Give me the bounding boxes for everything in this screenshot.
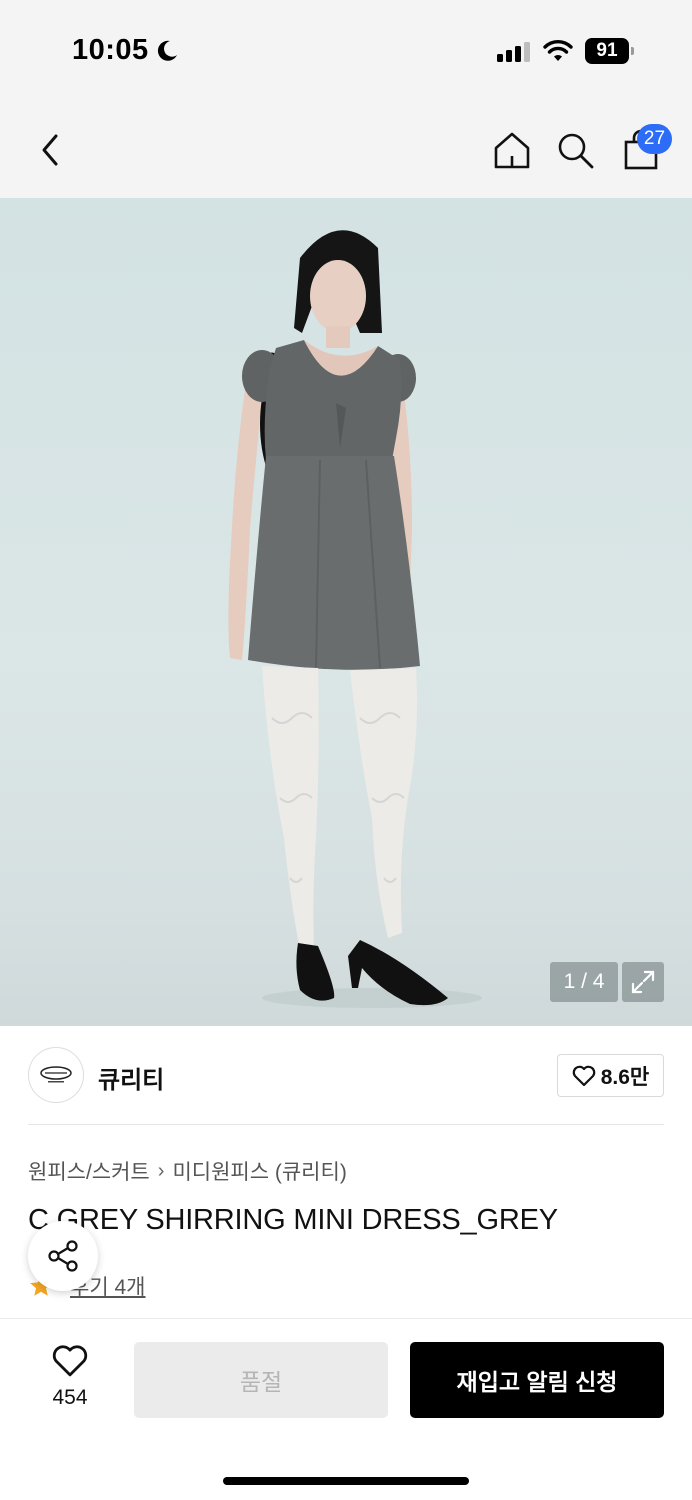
breadcrumb: 원피스/스커트 › 미디원피스 (큐리티)	[28, 1156, 347, 1186]
home-indicator[interactable]	[223, 1477, 469, 1485]
brand-logo[interactable]	[28, 1047, 84, 1103]
product-title: C GREY SHIRRING MINI DRESS_GREY	[28, 1204, 558, 1236]
wishlist-count: 454	[52, 1386, 88, 1409]
cellular-signal-icon	[497, 42, 530, 62]
home-button[interactable]	[490, 128, 534, 172]
share-button[interactable]	[28, 1221, 98, 1291]
status-time: 10:05	[72, 34, 149, 66]
brand-like-button[interactable]: 8.6만	[557, 1054, 664, 1097]
chevron-left-icon	[42, 134, 58, 166]
expand-icon	[631, 970, 655, 994]
top-nav-bar	[0, 100, 692, 198]
moon-icon	[157, 40, 177, 61]
wifi-icon	[543, 40, 573, 61]
brand-like-count: 8.6만	[600, 1065, 650, 1089]
share-icon	[48, 1240, 78, 1272]
soldout-button: 품절	[134, 1342, 388, 1418]
battery-level: 91	[585, 38, 629, 64]
product-image-gallery[interactable]	[0, 198, 692, 1026]
heart-icon	[52, 1345, 88, 1377]
product-photo	[228, 230, 482, 1008]
breadcrumb-subcategory[interactable]: 미디원피스 (큐리티)	[172, 1156, 346, 1186]
back-button[interactable]	[28, 128, 72, 172]
heart-icon	[572, 1065, 596, 1086]
restock-alert-button[interactable]: 재입고 알림 신청	[410, 1342, 664, 1418]
chevron-right-icon: ›	[157, 1159, 165, 1182]
home-icon	[494, 132, 530, 169]
status-bar: 10:05 91	[0, 0, 692, 100]
battery-indicator: 91	[585, 38, 635, 64]
breadcrumb-category[interactable]: 원피스/스커트	[28, 1156, 150, 1186]
image-counter: 1 / 4	[550, 962, 618, 1002]
brand-logo-mark	[40, 1066, 72, 1083]
expand-image-button[interactable]	[622, 962, 664, 1002]
battery-tip	[631, 47, 634, 55]
brand-name[interactable]: 큐리티	[98, 1060, 164, 1095]
section-divider	[28, 1124, 664, 1125]
search-icon	[558, 133, 594, 169]
search-button[interactable]	[553, 128, 597, 172]
cart-count-badge: 27	[637, 124, 672, 154]
